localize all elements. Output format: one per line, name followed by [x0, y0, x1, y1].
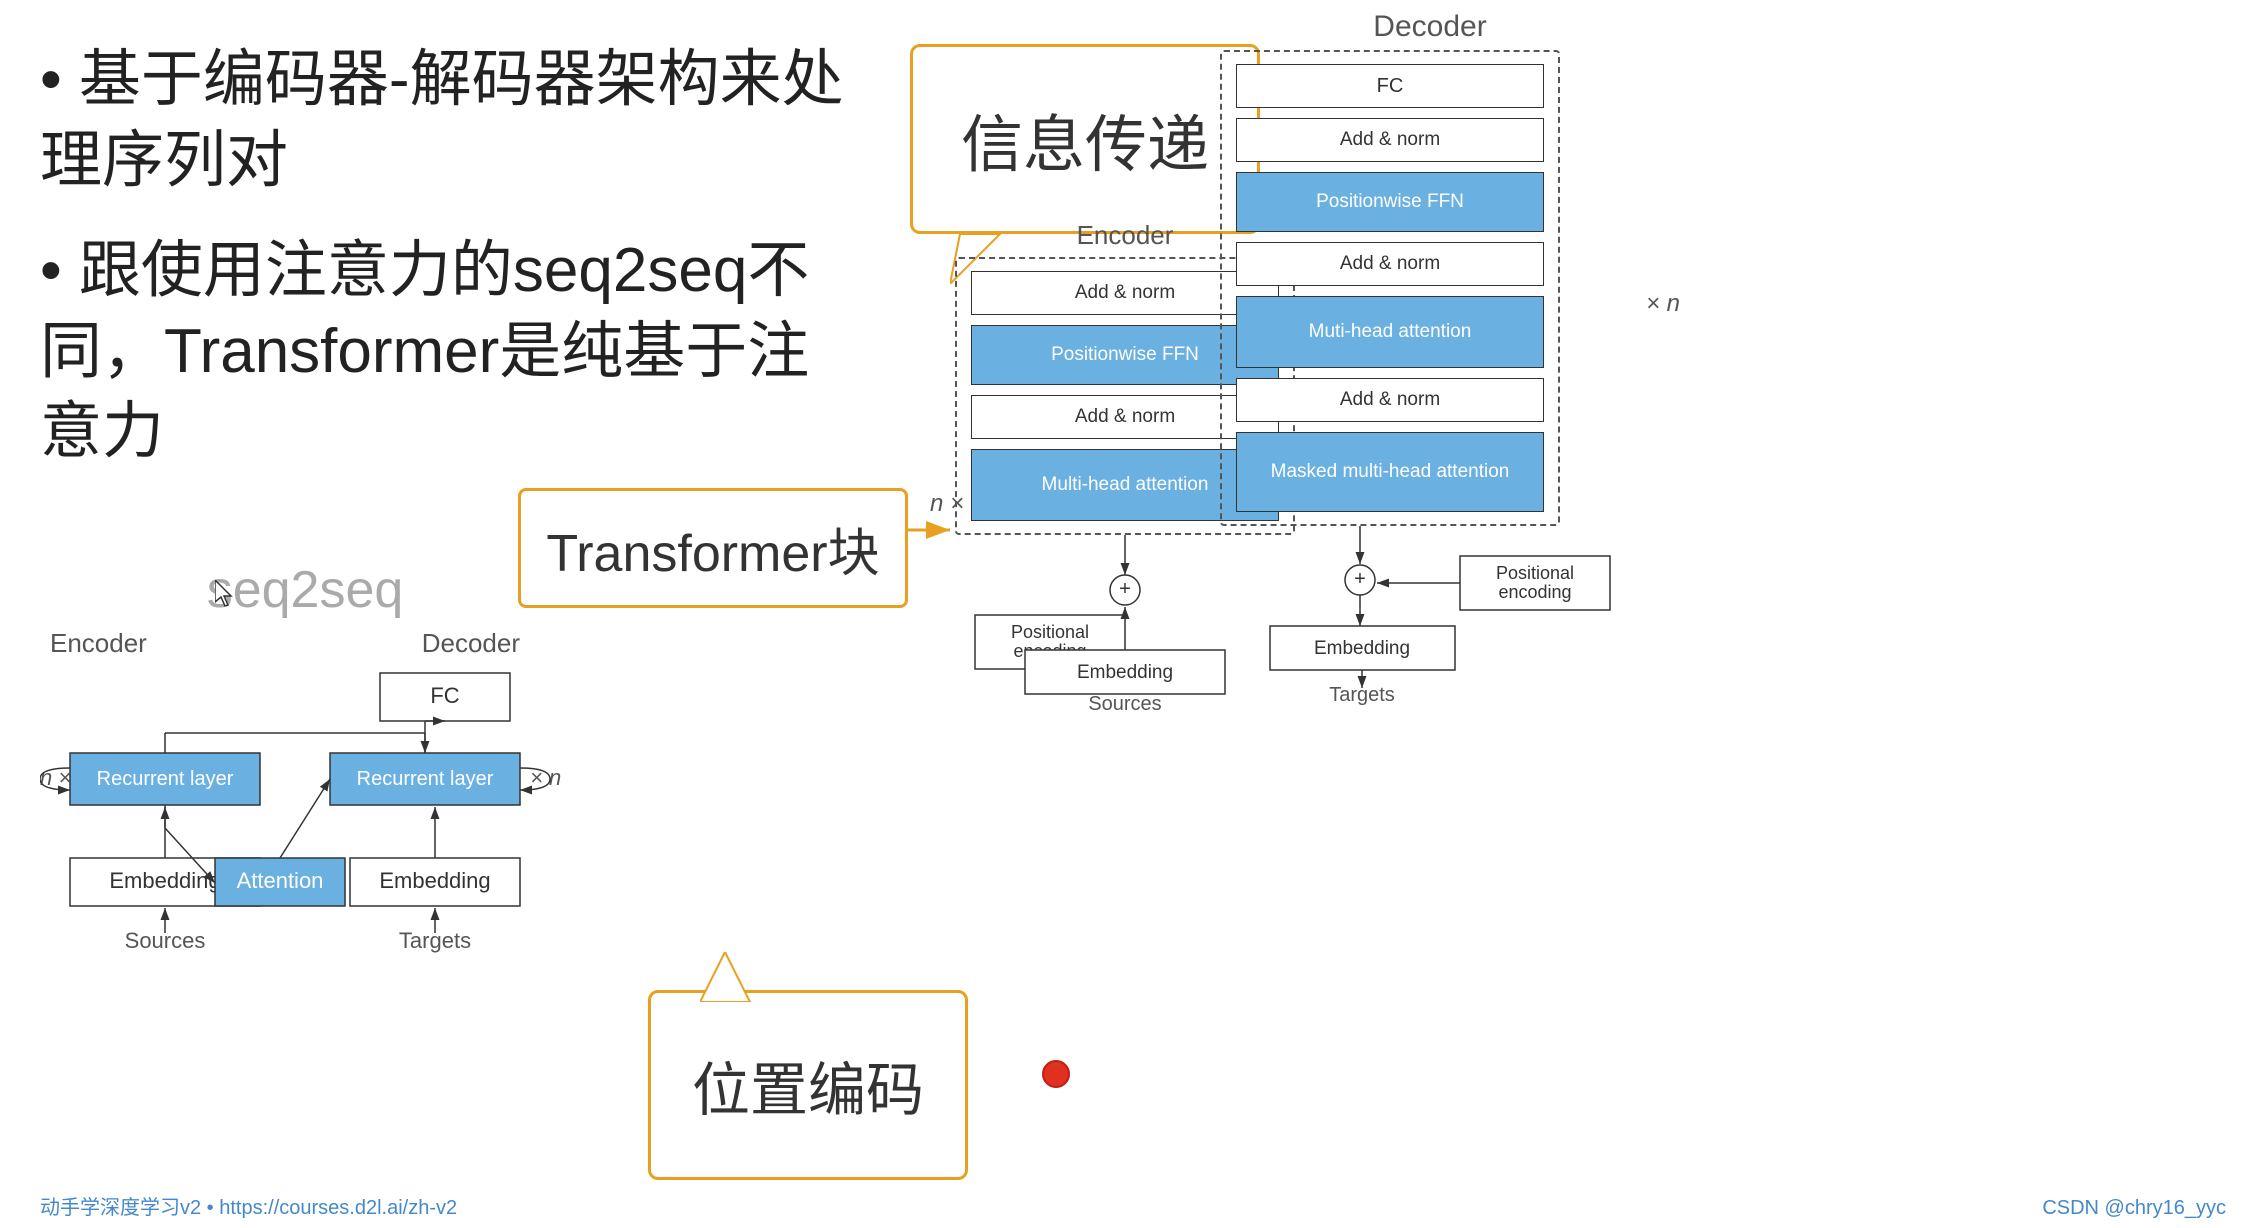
svg-text:Recurrent layer: Recurrent layer [97, 768, 234, 790]
bullet1-container: • 基于编码器-解码器架构来处理序列对 [40, 40, 860, 201]
svg-text:Sources: Sources [1088, 693, 1161, 715]
svg-text:Attention: Attention [237, 868, 324, 893]
svg-text:Embedding: Embedding [1314, 638, 1410, 659]
svg-text:FC: FC [430, 683, 459, 708]
decoder-label-seq: Decoder [422, 628, 520, 659]
left-content: • 基于编码器-解码器架构来处理序列对 • 跟使用注意力的seq2seq不同，T… [40, 40, 860, 503]
decoder-dashed-box: FC Add & norm Positionwise FFN Add & nor… [1220, 50, 1560, 526]
watermark-left: 动手学深度学习v2 • https://courses.d2l.ai/zh-v2 [40, 1191, 457, 1220]
svg-text:+: + [1354, 568, 1366, 590]
svg-text:Recurrent layer: Recurrent layer [357, 768, 494, 790]
bullet2-text: • 跟使用注意力的seq2seq不同，Transformer是纯基于注意力 [40, 231, 860, 473]
bullet2-container: • 跟使用注意力的seq2seq不同，Transformer是纯基于注意力 [40, 231, 860, 473]
dec-add-norm-1: Add & norm [1236, 118, 1544, 162]
info-bubble: 信息传递 [910, 44, 1260, 234]
seq2seq-diagram-svg: FC Recurrent layer Recurrent layer n × ×… [40, 663, 640, 1083]
svg-text:Positional: Positional [1496, 563, 1574, 583]
transformer-block: Transformer块 [518, 488, 908, 608]
dec-add-norm-2: Add & norm [1236, 242, 1544, 286]
svg-text:Positional: Positional [1011, 622, 1089, 642]
svg-text:encoding: encoding [1498, 582, 1571, 602]
decoder-label-main: Decoder [1240, 10, 1620, 44]
dec-poswise-ffn: Positionwise FFN [1236, 172, 1544, 232]
pos-bubble: 位置编码 [648, 990, 968, 1180]
decoder-section: Decoder FC Add & norm Positionwise FFN A… [1220, 10, 1620, 741]
pos-bubble-tail [700, 952, 780, 1002]
svg-text:Embedding: Embedding [379, 868, 490, 893]
watermark-right: CSDN @chry16_yyc [2042, 1197, 2226, 1220]
transformer-block-label: Transformer块 [546, 511, 879, 586]
bullet1-text: • 基于编码器-解码器架构来处理序列对 [40, 40, 860, 201]
svg-text:+: + [1119, 578, 1131, 600]
dec-fc: FC [1236, 64, 1544, 108]
nx-enc-label: n × [930, 490, 964, 518]
dec-multihead: Muti-head attention [1236, 296, 1544, 368]
xn-dec-label: × n [1646, 290, 1680, 318]
seq2seq-title: seq2seq [40, 560, 570, 620]
svg-text:Embedding: Embedding [1077, 662, 1173, 683]
info-bubble-text: 信息传递 [961, 94, 1209, 184]
red-dot [1042, 1060, 1070, 1088]
encoder-label-seq: Encoder [50, 628, 147, 659]
pos-bubble-text: 位置编码 [692, 1043, 924, 1127]
dec-add-norm-3: Add & norm [1236, 378, 1544, 422]
dec-masked-multihead: Masked multi-head attention [1236, 432, 1544, 512]
dec-bottom-arrows: + Positional encoding Embedding Targets [1170, 526, 1620, 736]
seq2seq-section: seq2seq Encoder Decoder FC Recurrent lay… [40, 560, 640, 1088]
